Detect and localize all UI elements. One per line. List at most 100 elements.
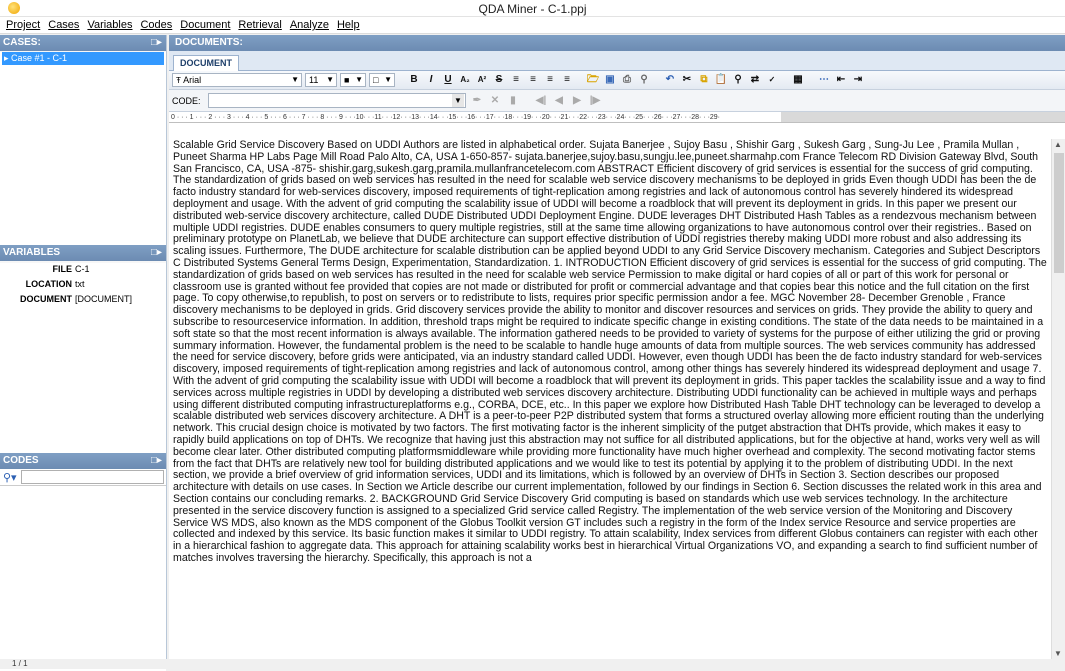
codes-tree [0, 486, 166, 671]
variable-name: FILE [52, 264, 73, 274]
variable-name: LOCATION [25, 279, 72, 289]
codes-panel-menu-icon[interactable]: □▸ [151, 453, 162, 469]
cases-panel-menu-icon[interactable]: □▸ [151, 35, 162, 51]
code-label: CODE: [172, 95, 201, 106]
variables-panel-menu-icon[interactable]: □▸ [151, 245, 162, 261]
border-icon: □ [373, 75, 379, 85]
print-preview-icon[interactable]: ⚲ [637, 73, 651, 87]
menu-bar: Project Cases Variables Codes Document R… [0, 17, 1065, 34]
menu-help[interactable]: Help [337, 19, 360, 31]
menu-codes[interactable]: Codes [140, 19, 172, 31]
variable-row[interactable]: LOCATION txt [0, 278, 166, 291]
next-icon[interactable]: ▶ [570, 94, 584, 108]
menu-cases[interactable]: Cases [48, 19, 79, 31]
open-folder-icon[interactable]: 🗁 [586, 73, 600, 87]
font-value: Arial [183, 75, 202, 85]
italic-icon[interactable]: I [424, 73, 438, 87]
codes-header: CODES □▸ [0, 453, 166, 469]
bold-icon[interactable]: B [407, 73, 421, 87]
variable-value[interactable]: C-1 [75, 263, 90, 276]
border-select[interactable]: □ ▼ [369, 73, 395, 87]
case-item-label: Case #1 - C-1 [11, 53, 68, 63]
chevron-down-icon: ▼ [291, 75, 299, 84]
variables-header-label: VARIABLES [3, 247, 61, 258]
last-icon[interactable]: |▶ [588, 94, 602, 108]
superscript-icon[interactable]: A² [475, 73, 489, 87]
documents-pane: DOCUMENTS: DOCUMENT Ŧ Arial ▼ 11 ▼ ■ ▼ □ ▼ B… [169, 35, 1065, 659]
apply-code-icon[interactable]: ✒ [470, 94, 484, 108]
tab-document[interactable]: DOCUMENT [173, 55, 239, 71]
scroll-thumb[interactable] [1054, 153, 1064, 273]
bullets-icon[interactable]: ⋯ [817, 73, 831, 87]
scroll-up-icon[interactable]: ▲ [1054, 140, 1062, 149]
comment-icon[interactable]: ▮ [506, 94, 520, 108]
chevron-down-icon: ▼ [326, 75, 334, 84]
previous-icon[interactable]: ◀ [552, 94, 566, 108]
outdent-icon[interactable]: ⇤ [834, 73, 848, 87]
properties-icon[interactable]: ▦ [791, 73, 805, 87]
documents-header: DOCUMENTS: [169, 35, 1065, 51]
cases-header: CASES: □▸ [0, 35, 166, 51]
left-panel: CASES: □▸ ▸ Case #1 - C-1 VARIABLES □▸ F… [0, 35, 167, 671]
cut-icon[interactable]: ✂ [680, 73, 694, 87]
ruler[interactable]: 0 · · · 1 · · · 2 · · · 3 · · · 4 · · · … [169, 112, 1065, 123]
first-icon[interactable]: ◀| [534, 94, 548, 108]
chevron-down-icon[interactable]: ▼ [452, 94, 464, 107]
expand-arrow-icon[interactable]: ▸ [4, 53, 11, 63]
document-text[interactable]: Scalable Grid Service Discovery Based on… [169, 139, 1051, 659]
variables-list: FILE C-1 LOCATION txt DOCUMENT [DOCUMENT… [0, 263, 166, 453]
variable-value[interactable]: [DOCUMENT] [75, 293, 132, 306]
save-icon[interactable]: ▣ [603, 73, 617, 87]
code-select[interactable]: ▼ [208, 93, 466, 108]
cases-header-label: CASES: [3, 37, 41, 48]
justify-icon[interactable]: ≡ [560, 73, 574, 87]
menu-analyze[interactable]: Analyze [290, 19, 329, 31]
remove-code-icon[interactable]: ✕ [488, 94, 502, 108]
undo-icon[interactable]: ↶ [663, 73, 677, 87]
print-icon[interactable]: ⎙ [620, 73, 634, 87]
font-size-select[interactable]: 11 ▼ [305, 73, 337, 87]
menu-project[interactable]: Project [6, 19, 40, 31]
ruler-margin-shade [781, 112, 1065, 122]
chevron-down-icon: ▼ [355, 75, 363, 84]
vertical-scrollbar[interactable]: ▲ ▼ [1051, 139, 1065, 659]
underline-icon[interactable]: U [441, 73, 455, 87]
subscript-icon[interactable]: A₂ [458, 73, 472, 87]
variable-name: DOCUMENT [20, 294, 72, 304]
window-title: QDA Miner - C-1.ppj [478, 2, 587, 16]
variables-header: VARIABLES □▸ [0, 245, 166, 261]
menu-variables[interactable]: Variables [87, 19, 132, 31]
align-left-icon[interactable]: ≡ [509, 73, 523, 87]
variable-value[interactable]: txt [75, 278, 85, 291]
cases-list: ▸ Case #1 - C-1 [0, 52, 166, 245]
chevron-down-icon: ▼ [384, 75, 392, 84]
font-size-value: 11 [309, 75, 319, 85]
strikethrough-icon[interactable]: S [492, 73, 506, 87]
replace-icon[interactable]: ⇄ [748, 73, 762, 87]
case-item[interactable]: ▸ Case #1 - C-1 [2, 52, 164, 65]
variable-row[interactable]: FILE C-1 [0, 263, 166, 276]
menu-document[interactable]: Document [180, 19, 230, 31]
font-select[interactable]: Ŧ Arial ▼ [172, 73, 302, 87]
codes-search-input[interactable] [20, 470, 164, 484]
spellcheck-icon[interactable]: ✓ [765, 73, 779, 87]
coding-toolbar: CODE: ▼ ✒ ✕ ▮ ◀| ◀ ▶ |▶ [169, 90, 1065, 112]
color-swatch-icon: ■ [344, 75, 350, 85]
align-center-icon[interactable]: ≡ [526, 73, 540, 87]
copy-icon[interactable]: ⧉ [697, 73, 711, 87]
ruler-ticks: 0 · · · 1 · · · 2 · · · 3 · · · 4 · · · … [171, 114, 721, 121]
menu-retrieval[interactable]: Retrieval [238, 19, 281, 31]
codes-search-bar: ⚲▾ [0, 469, 166, 486]
format-toolbar: Ŧ Arial ▼ 11 ▼ ■ ▼ □ ▼ B I U A₂ A² S ≡ ≡ ≡ ≡… [169, 71, 1065, 90]
scroll-down-icon[interactable]: ▼ [1054, 649, 1062, 658]
codes-header-label: CODES [3, 455, 39, 466]
font-color-select[interactable]: ■ ▼ [340, 73, 366, 87]
search-icon[interactable]: ⚲▾ [3, 471, 17, 484]
align-right-icon[interactable]: ≡ [543, 73, 557, 87]
paste-icon[interactable]: 📋 [714, 73, 728, 87]
variable-row[interactable]: DOCUMENT [DOCUMENT] [0, 293, 166, 306]
document-tabs: DOCUMENT [169, 51, 1065, 71]
status-bar: 1 / 1 [0, 659, 1065, 669]
find-icon[interactable]: ⚲ [731, 73, 745, 87]
indent-icon[interactable]: ⇥ [851, 73, 865, 87]
